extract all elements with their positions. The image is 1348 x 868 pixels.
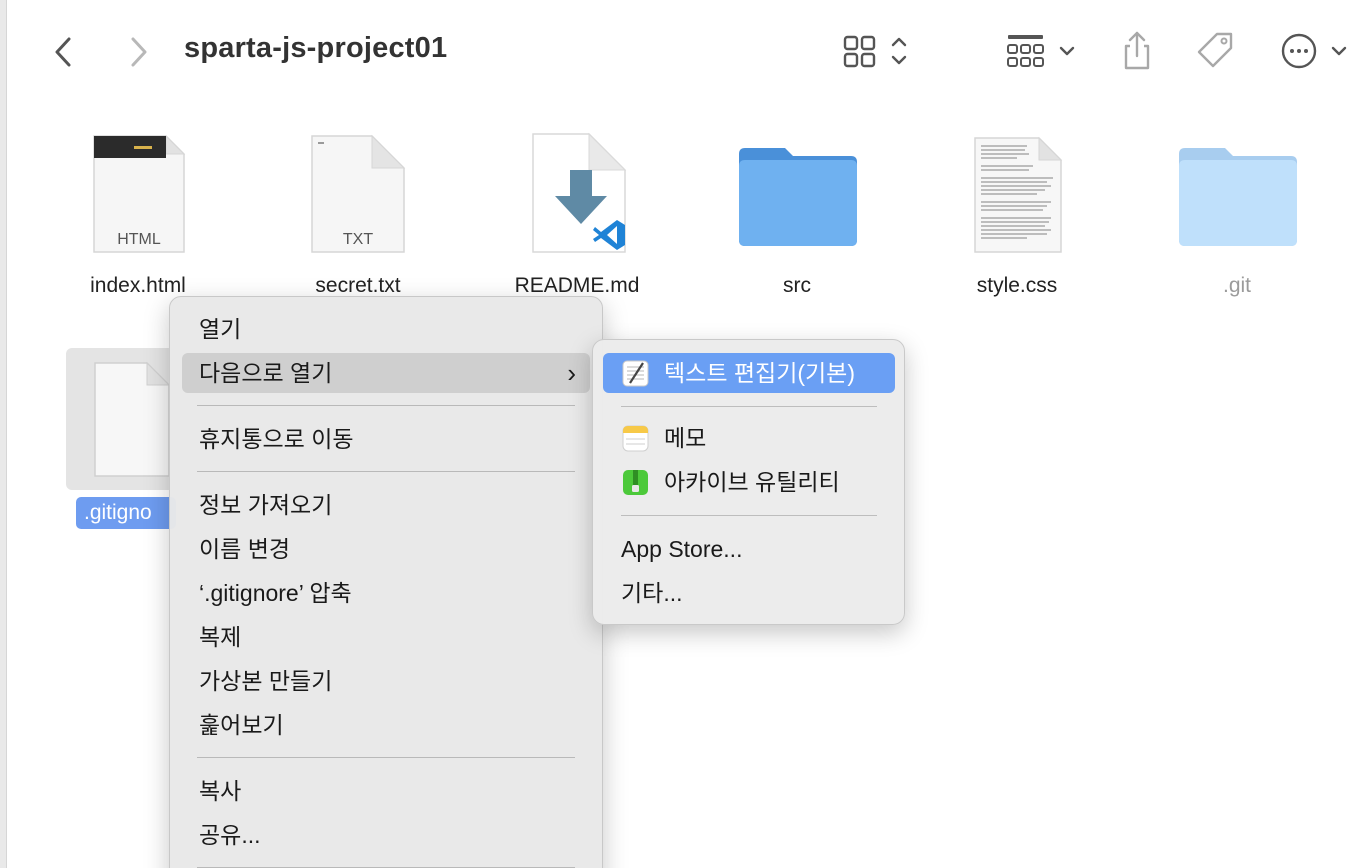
submenu-item-label: 메모 [664,425,707,451]
forward-button[interactable] [117,30,157,74]
menu-item-make-alias[interactable]: 가상본 만들기 [182,661,590,701]
html-badge-text: HTML [117,231,161,248]
folder-icon [697,128,897,258]
textedit-icon [622,360,649,387]
chevron-right-icon: › [567,358,576,388]
blank-document-icon [94,361,171,477]
file-name: secret.txt [315,274,401,297]
menu-item-label: 다음으로 열기 [199,360,333,386]
text-document-icon: TXT [258,128,458,258]
file-name: style.css [976,274,1058,297]
menu-item-label: 가상본 만들기 [199,668,333,694]
menu-item-share[interactable]: 공유... [182,815,590,855]
menu-item-quick-look[interactable]: 훑어보기 [182,705,590,745]
hidden-folder-icon [1137,128,1337,258]
menu-item-label: 열기 [199,316,242,342]
submenu-divider [621,406,877,407]
menu-item-compress[interactable]: ‘.gitignore’ 압축 [182,573,590,613]
submenu-item-label: 텍스트 편집기(기본) [664,360,855,386]
menu-item-label: 정보 가져오기 [199,492,333,518]
file-name: index.html [90,274,186,297]
chevron-left-icon [55,37,71,67]
menu-item-open[interactable]: 열기 [182,309,590,349]
submenu-divider [621,515,877,516]
notes-icon [622,425,649,452]
group-by-button[interactable] [1003,28,1087,74]
menu-item-move-to-trash[interactable]: 휴지통으로 이동 [182,419,590,459]
submenu-item-label: App Store... [621,536,743,562]
menu-item-copy[interactable]: 복사 [182,771,590,811]
submenu-item-label: 기타... [621,580,683,606]
menu-divider [197,471,575,472]
more-icon [1281,33,1347,69]
tag-button[interactable] [1193,28,1239,74]
css-document-icon [917,128,1117,258]
file-name: src [783,274,811,297]
submenu-item-label: 아카이브 유틸리티 [664,469,840,495]
menu-item-label: 훑어보기 [199,712,284,738]
file-item-gitignore-selected[interactable] [66,348,176,490]
menu-divider [197,757,575,758]
submenu-item-notes[interactable]: 메모 [603,418,895,458]
menu-item-label: 이름 변경 [199,536,291,562]
markdown-vscode-icon [477,128,677,258]
file-name: README.md [514,274,640,297]
share-button[interactable] [1115,28,1159,74]
menu-item-label: 휴지통으로 이동 [199,426,354,452]
html-document-icon: HTML [38,128,238,258]
more-actions-button[interactable] [1277,28,1347,74]
finder-toolbar: sparta-js-project01 [7,0,1348,104]
menu-divider [197,405,575,406]
menu-item-label: 복제 [199,624,242,650]
window-left-edge [0,0,7,868]
menu-item-open-with[interactable]: 다음으로 열기 › [182,353,590,393]
open-with-submenu: 텍스트 편집기(기본) 메모 아카이브 유틸리티 App Store... 기타… [592,339,905,625]
selected-file-name[interactable]: .gitigno [76,497,176,529]
menu-item-label: ‘.gitignore’ 압축 [199,580,352,606]
file-name: .git [1222,274,1251,297]
menu-item-get-info[interactable]: 정보 가져오기 [182,485,590,525]
window-title: sparta-js-project01 [184,32,448,64]
chevron-right-icon [131,37,147,67]
tag-icon [1197,32,1233,68]
group-by-icon [1007,35,1075,67]
txt-badge-text: TXT [343,231,373,248]
back-button[interactable] [45,30,85,74]
view-mode-button[interactable] [839,28,919,74]
menu-item-rename[interactable]: 이름 변경 [182,529,590,569]
menu-item-label: 공유... [199,822,261,848]
submenu-item-other[interactable]: 기타... [603,573,895,613]
submenu-item-app-store[interactable]: App Store... [603,529,895,569]
share-icon [1124,31,1150,70]
submenu-item-archive-utility[interactable]: 아카이브 유틸리티 [603,462,895,502]
menu-item-label: 복사 [199,778,242,804]
submenu-item-textedit[interactable]: 텍스트 편집기(기본) [603,353,895,393]
archive-utility-icon [623,470,648,495]
menu-item-duplicate[interactable]: 복제 [182,617,590,657]
icon-view-icon [843,35,907,68]
context-menu: 열기 다음으로 열기 › 휴지통으로 이동 정보 가져오기 이름 변경 ‘.git… [169,296,603,868]
